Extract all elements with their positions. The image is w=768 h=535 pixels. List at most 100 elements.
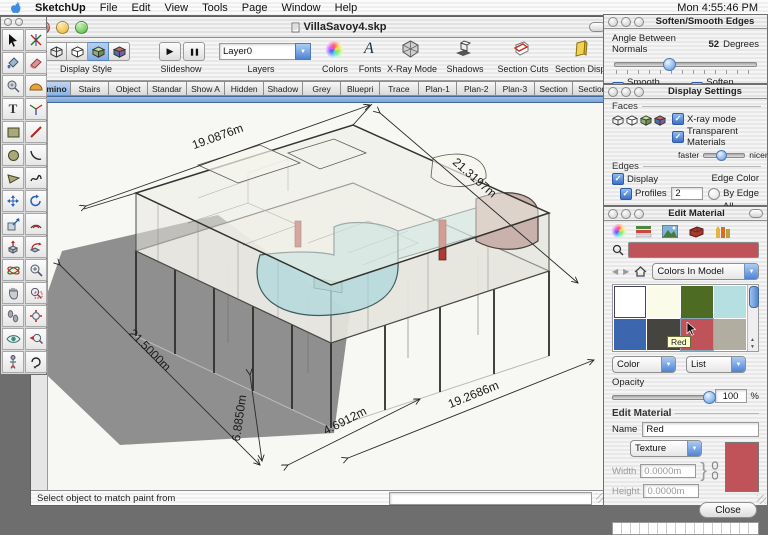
tab-plan-2[interactable]: Plan-2 bbox=[457, 81, 496, 96]
textured-style-button[interactable] bbox=[109, 42, 130, 61]
forward-button[interactable]: ▶ bbox=[623, 267, 629, 276]
link-chain-icon[interactable] bbox=[711, 461, 719, 481]
tab-trace[interactable]: Trace bbox=[380, 81, 419, 96]
search-icon[interactable] bbox=[612, 244, 624, 256]
zoom-window-button[interactable] bbox=[75, 21, 88, 34]
tab-plan-1[interactable]: Plan-1 bbox=[419, 81, 458, 96]
em-minimize-button[interactable] bbox=[621, 209, 631, 219]
list-view-dropdown[interactable]: List bbox=[686, 356, 746, 373]
rectangle-tool[interactable] bbox=[2, 121, 24, 143]
select-tool[interactable] bbox=[2, 29, 24, 51]
walk-tool[interactable] bbox=[2, 305, 24, 327]
arc-tool[interactable] bbox=[25, 144, 47, 166]
minimize-window-button[interactable] bbox=[56, 21, 69, 34]
em-close-button[interactable] bbox=[608, 209, 618, 219]
tool-palette-titlebar[interactable] bbox=[1, 17, 46, 28]
swatch-blue[interactable] bbox=[614, 319, 646, 351]
sliders-tab-icon[interactable] bbox=[636, 225, 652, 238]
zoom-window-tool[interactable] bbox=[25, 282, 47, 304]
soften-minimize-button[interactable] bbox=[621, 17, 631, 27]
menu-clock[interactable]: Mon 4:55:46 PM bbox=[677, 2, 758, 14]
em-toolbar-toggle[interactable] bbox=[749, 209, 763, 218]
follow-me-tool[interactable] bbox=[25, 236, 47, 258]
palette-close-button[interactable] bbox=[4, 18, 12, 26]
height-field[interactable]: 0.0000m bbox=[643, 484, 699, 498]
offset-tool[interactable] bbox=[25, 213, 47, 235]
tab-show-a[interactable]: Show A bbox=[187, 81, 226, 96]
swatch-scrollbar[interactable]: ▲ ▼ bbox=[747, 285, 758, 351]
opacity-slider[interactable] bbox=[612, 391, 711, 402]
scrollbar-thumb[interactable] bbox=[749, 286, 759, 308]
home-icon[interactable] bbox=[634, 266, 647, 277]
ds-minimize-button[interactable] bbox=[621, 87, 631, 97]
pan-tool[interactable] bbox=[2, 282, 24, 304]
layers-dropdown-arrow[interactable]: ▼ bbox=[295, 43, 311, 60]
menu-item-sketchup[interactable]: SketchUp bbox=[35, 2, 86, 14]
axes-tool[interactable] bbox=[25, 98, 47, 120]
palette-collapse-button[interactable] bbox=[15, 18, 23, 26]
soften-close-button[interactable] bbox=[608, 17, 618, 27]
push-pull-tool[interactable] bbox=[2, 236, 24, 258]
transparent-materials-checkbox[interactable]: Transparent Materials bbox=[672, 126, 768, 148]
opacity-value-field[interactable]: 100 bbox=[715, 389, 747, 403]
menu-item-page[interactable]: Page bbox=[242, 2, 268, 14]
villa-savoye-model[interactable]: 19.0876m 21.3197m 21.5000m 19.2686m 4.69… bbox=[48, 103, 614, 491]
active-color-bar[interactable] bbox=[628, 242, 759, 258]
freehand-tool[interactable] bbox=[25, 167, 47, 189]
soften-panel-titlebar[interactable]: Soften/Smooth Edges bbox=[604, 15, 767, 29]
apple-menu[interactable] bbox=[10, 2, 21, 14]
profiles-value-field[interactable]: 2 bbox=[671, 187, 703, 200]
tab-hidden[interactable]: Hidden bbox=[225, 81, 264, 96]
tab-shadow[interactable]: Shadow bbox=[264, 81, 303, 96]
model-viewport[interactable]: 19.0876m 21.3197m 21.5000m 19.2686m 4.69… bbox=[47, 103, 614, 491]
angle-slider-track[interactable] bbox=[614, 62, 757, 67]
back-button[interactable]: ◀ bbox=[612, 267, 618, 276]
tab-grey[interactable]: Grey bbox=[303, 81, 342, 96]
tab-section-1[interactable]: Section bbox=[535, 81, 574, 96]
color-wheel-tab-icon[interactable] bbox=[612, 224, 626, 238]
quality-slider[interactable] bbox=[703, 149, 745, 160]
pause-slideshow-button[interactable]: ❚❚ bbox=[183, 42, 205, 61]
menu-item-tools[interactable]: Tools bbox=[202, 2, 228, 14]
em-zoom-button[interactable] bbox=[634, 209, 644, 219]
mini-shaded-icon[interactable] bbox=[640, 115, 652, 126]
mini-textured-icon[interactable] bbox=[654, 115, 666, 126]
close-button[interactable]: Close bbox=[699, 502, 757, 518]
opacity-slider-thumb[interactable] bbox=[703, 391, 716, 404]
menu-item-file[interactable]: File bbox=[100, 2, 118, 14]
fonts-button[interactable]: A bbox=[364, 40, 374, 58]
previous-view-tool[interactable] bbox=[25, 351, 47, 373]
ds-close-button[interactable] bbox=[608, 87, 618, 97]
swatch-white[interactable] bbox=[614, 286, 646, 318]
display-settings-titlebar[interactable]: Display Settings bbox=[604, 85, 767, 99]
scroll-down-arrow[interactable]: ▼ bbox=[750, 344, 755, 350]
xray-mode-checkbox[interactable]: X-ray mode bbox=[672, 113, 768, 125]
hiddenline-style-button[interactable] bbox=[67, 42, 88, 61]
edit-material-titlebar[interactable]: Edit Material bbox=[604, 207, 767, 221]
circle-tool[interactable] bbox=[2, 144, 24, 166]
move-tool[interactable] bbox=[2, 190, 24, 212]
mini-wireframe-icon[interactable] bbox=[612, 115, 624, 126]
look-around-tool[interactable] bbox=[2, 328, 24, 350]
angle-slider[interactable] bbox=[614, 58, 757, 69]
swatch-dark-green[interactable] bbox=[681, 286, 713, 318]
panel-resize-grip[interactable] bbox=[757, 495, 766, 504]
zoom-tool[interactable] bbox=[25, 259, 47, 281]
orbit-tool[interactable] bbox=[2, 259, 24, 281]
swatch-light-blue[interactable] bbox=[714, 286, 746, 318]
xray-mode-button[interactable] bbox=[401, 40, 420, 61]
window-titlebar[interactable]: VillaSavoy4.skp bbox=[31, 17, 612, 38]
measurements-box[interactable] bbox=[389, 492, 592, 505]
opacity-slider-track[interactable] bbox=[612, 395, 711, 400]
colors-button[interactable] bbox=[326, 41, 343, 58]
soften-zoom-button[interactable] bbox=[634, 17, 644, 27]
rotate-tool[interactable] bbox=[25, 190, 47, 212]
swatch-ivory[interactable] bbox=[647, 286, 679, 318]
section-display-button[interactable] bbox=[571, 40, 591, 61]
menu-item-window[interactable]: Window bbox=[282, 2, 321, 14]
tab-plan-3[interactable]: Plan-3 bbox=[496, 81, 535, 96]
tab-object[interactable]: Object bbox=[109, 81, 148, 96]
quality-slider-thumb[interactable] bbox=[716, 150, 727, 161]
scroll-up-arrow[interactable]: ▲ bbox=[750, 337, 755, 343]
play-slideshow-button[interactable]: ▶ bbox=[159, 42, 181, 61]
